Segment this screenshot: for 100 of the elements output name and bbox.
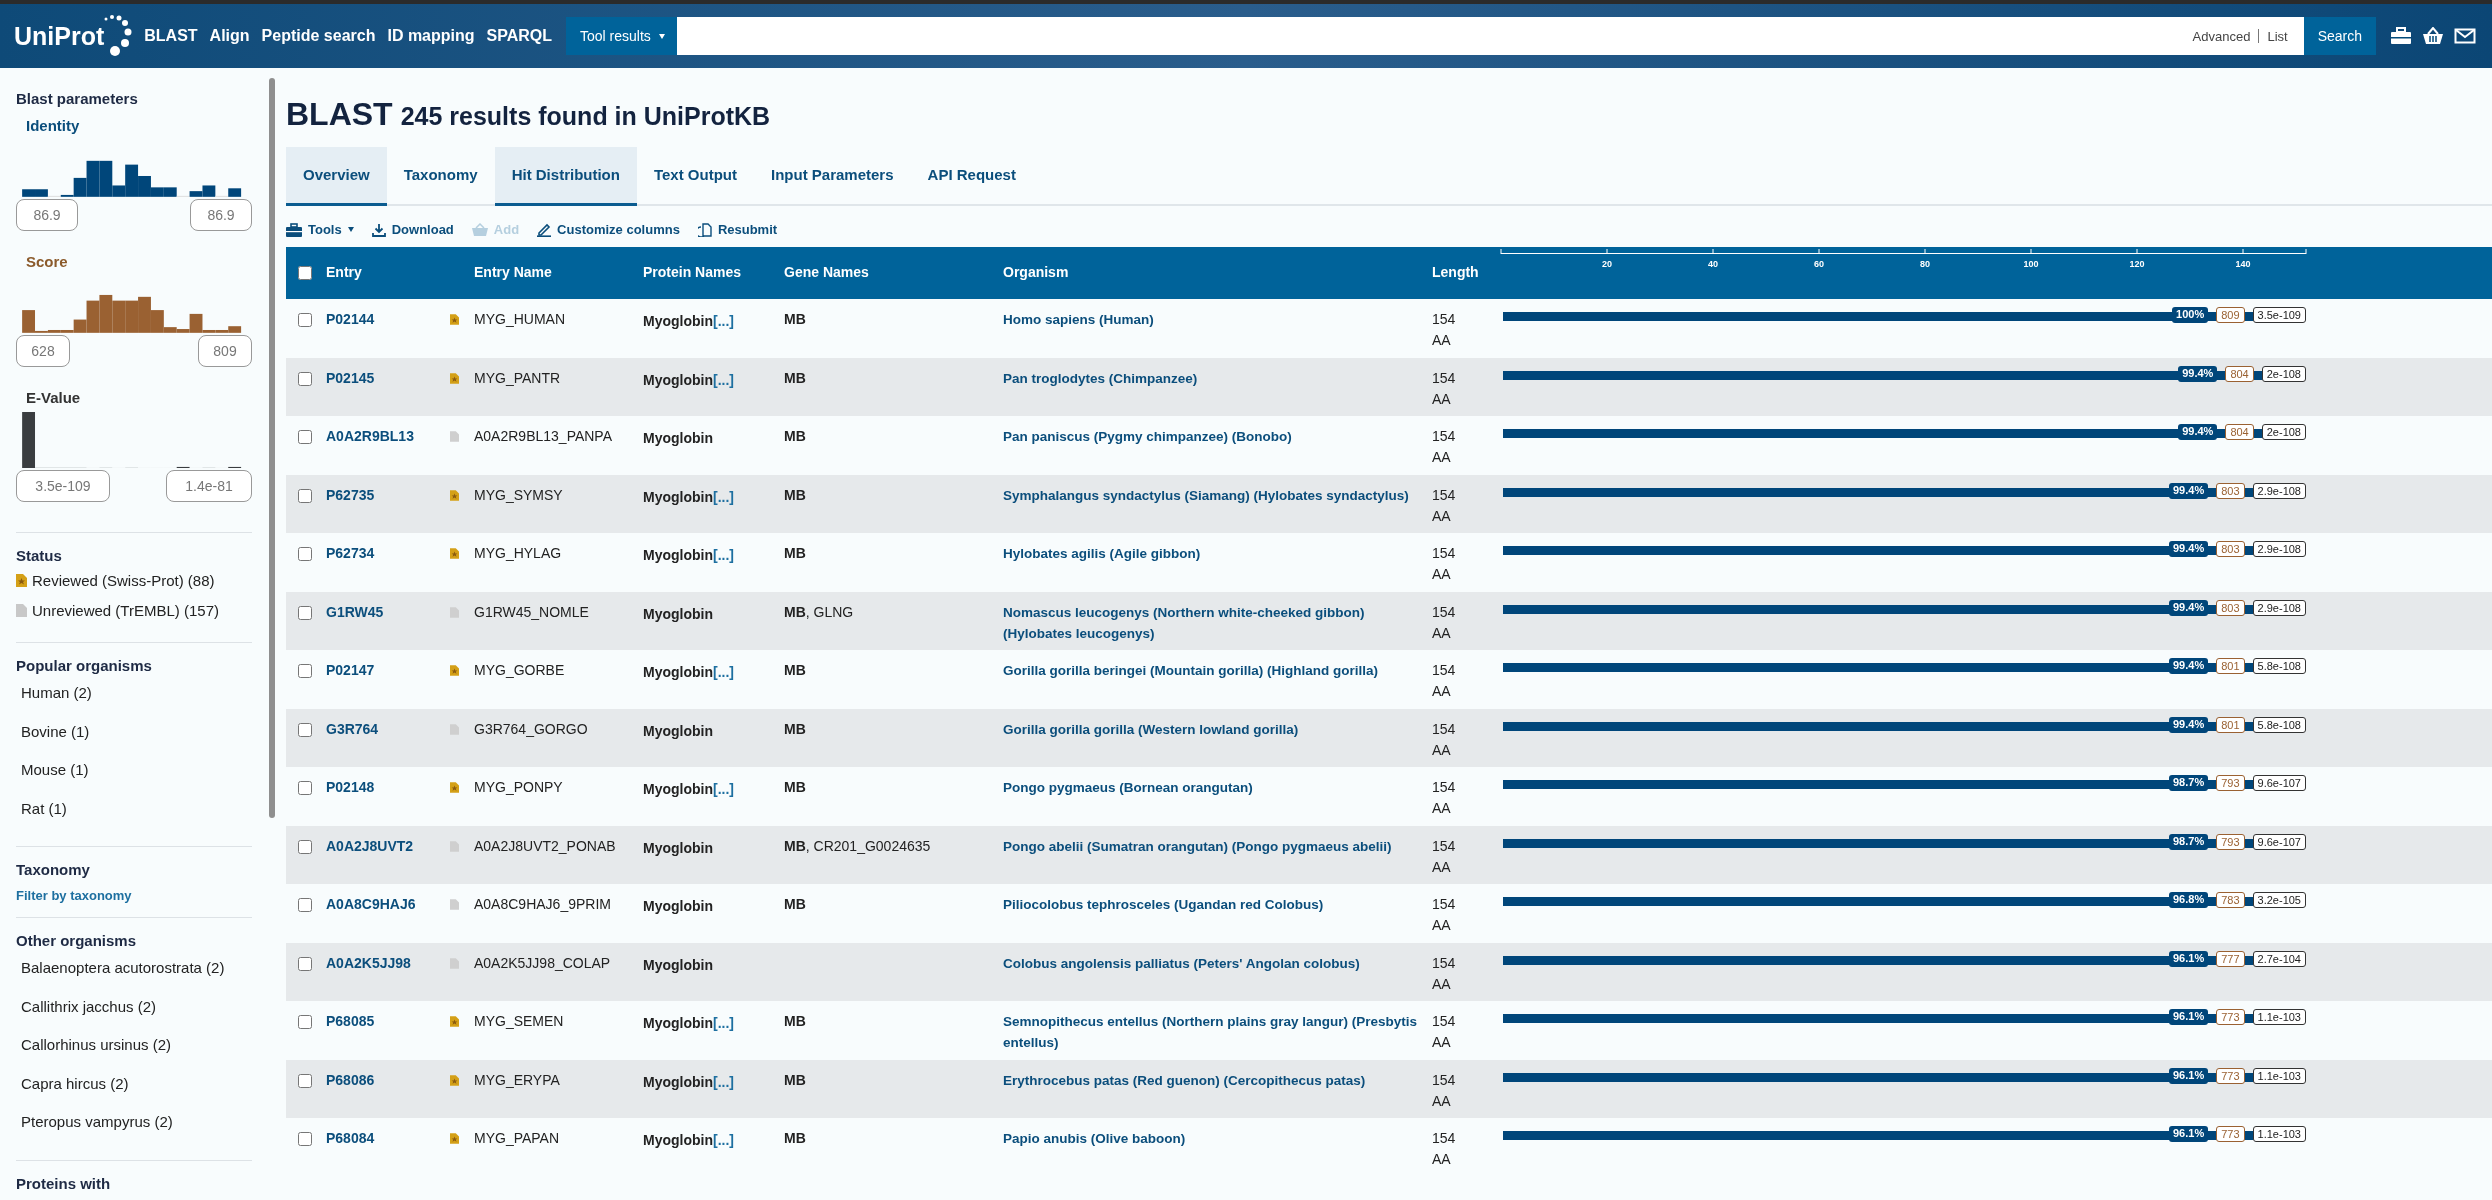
result-row[interactable]: A0A8C9HAJ6 A0A8C9HAJ6_9PRIM Myoglobin MB Piliocolobus tephrosceles (Ugandan red Colobus) 154 AA 96.8% 783 3.2e-105 [286,884,2492,943]
organism-filter-link[interactable]: Callithrix jacchus (2) [21,996,236,1019]
row-checkbox[interactable] [298,605,312,620]
organism-link[interactable]: Nomascus leucogenys (Northern white-cheeked gibbon) (Hylobates leucogenys) [1003,601,1424,644]
organism-link[interactable]: Hylobates agilis (Agile gibbon) [1003,543,1424,564]
organism-link[interactable]: Gorilla gorilla gorilla (Western lowland gorilla) [1003,718,1424,740]
row-checkbox[interactable] [298,430,312,444]
tab[interactable]: Input Parameters [754,147,911,206]
range-max-field[interactable]: 86.9 [190,198,252,231]
nav-link[interactable]: BLAST [144,27,198,45]
result-row[interactable]: G1RW45 G1RW45_NOMLE Myoglobin MB, GLNG Nomascus leucogenys (Northern white-cheeked gibbon) (Hylobates leucogenys) 154 AA 99.4% 803 2.9e-108 [286,591,2492,650]
entry-link[interactable]: P02147 [326,662,375,678]
select-all-checkbox[interactable] [298,266,312,280]
toolbar-button[interactable]: Resubmit [697,222,778,237]
column-header[interactable]: Length [1428,247,1496,299]
result-row[interactable]: A0A2K5JJ98 A0A2K5JJ98_COLAP Myoglobin Colobus angolensis palliatus (Peters' Angolan colobus) 154 AA 96.1% 777 2.7e-104 [286,942,2492,1001]
entry-link[interactable]: P68085 [326,1013,375,1029]
status-filter-link[interactable]: Reviewed (Swiss-Prot) (88) [32,572,215,590]
entry-link[interactable]: G1RW45 [326,603,384,620]
search-option-link[interactable]: Advanced [2192,28,2251,44]
tab[interactable]: Hit Distribution [494,147,637,206]
row-checkbox[interactable] [298,898,312,912]
row-checkbox[interactable] [298,1132,312,1146]
organism-filter-link[interactable]: Pteropus vampyrus (2) [21,1111,236,1134]
entry-link[interactable]: A0A2J8UVT2 [326,837,414,854]
toolbox-icon[interactable] [2390,27,2413,45]
column-header[interactable]: Organism [999,247,1428,299]
more-names-link[interactable]: [...] [713,1015,734,1031]
result-row[interactable]: P68086 MYG_ERYPA Myoglobin[...] MB Erythrocebus patas (Red guenon) (Cercopithecus patas) 154 AA 96.1% 773 1.1e-103 [286,1059,2492,1118]
filter-by-taxonomy-link[interactable]: Filter by taxonomy [16,888,262,904]
result-row[interactable]: P68085 MYG_SEMEN Myoglobin[...] MB Semnopithecus entellus (Northern plains gray langur) (Presbytis entellus) 154 AA 96.1% 773 1.1e-103 [286,1001,2492,1060]
result-row[interactable]: P02145 MYG_PANTR Myoglobin[...] MB Pan troglodytes (Chimpanzee) 154 AA 99.4% 804 2e-108 [286,357,2492,416]
basket-icon[interactable] [2422,27,2445,45]
organism-link[interactable]: Papio anubis (Olive baboon) [1003,1128,1424,1149]
organism-filter-link[interactable]: Rat (1) [21,798,236,821]
row-checkbox[interactable] [298,781,312,795]
toolbar-button[interactable]: Download [371,222,454,237]
logo-text[interactable]: UniProt [14,21,105,51]
range-min-field[interactable]: 628 [16,334,70,367]
row-checkbox[interactable] [298,313,312,327]
envelope-icon[interactable] [2454,27,2477,45]
sidebar-scrollbar[interactable] [269,78,275,818]
tab[interactable]: Taxonomy [386,147,495,206]
row-checkbox[interactable] [298,956,312,971]
column-header[interactable]: Entry Name [470,247,639,299]
row-checkbox[interactable] [298,839,312,854]
search-button[interactable]: Search [2303,17,2377,55]
more-names-link[interactable]: [...] [713,781,734,797]
result-row[interactable]: P02148 MYG_PONPY Myoglobin[...] MB Pongo pygmaeus (Bornean orangutan) 154 AA 98.7% 793 9.6e-107 [286,767,2492,826]
result-row[interactable]: P62735 MYG_SYMSY Myoglobin[...] MB Symphalangus syndactylus (Siamang) (Hylobates syndactylus) 154 AA 99.4% 803 2.9e-108 [286,474,2492,533]
organism-link[interactable]: Symphalangus syndactylus (Siamang) (Hylobates syndactylus) [1003,484,1424,506]
organism-filter-link[interactable]: Human (2) [21,682,236,705]
tool-results-dropdown[interactable]: Tool results [566,17,677,55]
range-min-field[interactable]: 86.9 [16,198,78,231]
nav-link[interactable]: Peptide search [261,27,376,45]
row-checkbox[interactable] [298,664,312,678]
entry-link[interactable]: A0A8C9HAJ6 [326,896,416,912]
organism-link[interactable]: Pongo abelii (Sumatran orangutan) (Pongo pygmaeus abelii) [1003,835,1424,857]
result-row[interactable]: P68084 MYG_PAPAN Myoglobin[...] MB Papio anubis (Olive baboon) 154 AA 96.1% 773 1.1e-103 [286,1118,2492,1177]
organism-link[interactable]: Colobus angolensis palliatus (Peters' Angolan colobus) [1003,952,1424,974]
more-names-link[interactable]: [...] [713,371,734,388]
range-max-field[interactable]: 1.4e-81 [166,470,252,503]
organism-filter-link[interactable]: Bovine (1) [21,721,236,744]
organism-link[interactable]: Gorilla gorilla beringei (Mountain gorilla) (Highland gorilla) [1003,660,1424,681]
organism-filter-link[interactable]: Capra hircus (2) [21,1073,236,1096]
organism-filter-link[interactable]: Balaenoptera acutorostrata (2) [21,957,236,980]
organism-link[interactable]: Pan troglodytes (Chimpanzee) [1003,367,1424,389]
organism-filter-link[interactable]: Mouse (1) [21,759,236,782]
result-row[interactable]: G3R764 G3R764_GORGO Myoglobin MB Gorilla gorilla gorilla (Western lowland gorilla) 154 AA 99.4% 801 5.8e-108 [286,708,2492,767]
entry-link[interactable]: P02144 [326,311,375,327]
nav-link[interactable]: ID mapping [387,27,475,45]
entry-link[interactable]: P02148 [326,779,375,795]
status-filter-link[interactable]: Unreviewed (TrEMBL) (157) [32,602,219,620]
search-option-link[interactable]: List [2267,28,2288,44]
row-checkbox[interactable] [298,1073,312,1088]
entry-link[interactable]: P68084 [326,1130,375,1146]
range-max-field[interactable]: 809 [198,334,252,367]
row-checkbox[interactable] [298,547,312,561]
entry-link[interactable]: P62734 [326,545,375,561]
more-names-link[interactable]: [...] [713,664,734,680]
organism-link[interactable]: Semnopithecus entellus (Northern plains gray langur) (Presbytis entellus) [1003,1011,1424,1053]
more-names-link[interactable]: [...] [713,313,734,329]
tab[interactable]: Overview [286,147,387,206]
organism-link[interactable]: Pongo pygmaeus (Bornean orangutan) [1003,777,1424,798]
more-names-link[interactable]: [...] [713,1132,734,1148]
organism-link[interactable]: Pan paniscus (Pygmy chimpanzee) (Bonobo) [1003,426,1424,447]
nav-link[interactable]: Align [209,27,250,45]
result-row[interactable]: P62734 MYG_HYLAG Myoglobin[...] MB Hylobates agilis (Agile gibbon) 154 AA 99.4% 803 2.9e-108 [286,533,2492,592]
entry-link[interactable]: P62735 [326,486,375,503]
toolbar-button[interactable]: Customize columns [537,222,680,237]
column-header[interactable]: Gene Names [780,247,999,299]
result-row[interactable]: P02147 MYG_GORBE Myoglobin[...] MB Gorilla gorilla beringei (Mountain gorilla) (Highland gorilla) 154 AA 99.4% 801 5.8e-108 [286,650,2492,709]
result-row[interactable]: P02144 MYG_HUMAN Myoglobin[...] MB Homo sapiens (Human) 154 AA 100% 809 3.5e-109 [286,299,2492,358]
toolbar-button[interactable]: Tools [286,222,354,237]
result-row[interactable]: A0A2J8UVT2 A0A2J8UVT2_PONAB Myoglobin MB, CR201_G0024635 Pongo abelii (Sumatran orangutan) (Pongo pygmaeus abelii) 154 AA 98.7% 793 9.6e-107 [286,825,2492,884]
result-row[interactable]: A0A2R9BL13 A0A2R9BL13_PANPA Myoglobin MB Pan paniscus (Pygmy chimpanzee) (Bonobo) 154 AA 99.4% 804 2e-108 [286,416,2492,475]
search-field[interactable] [676,17,2193,55]
tab[interactable]: API Request [910,147,1033,206]
row-checkbox[interactable] [298,722,312,737]
more-names-link[interactable]: [...] [713,547,734,563]
